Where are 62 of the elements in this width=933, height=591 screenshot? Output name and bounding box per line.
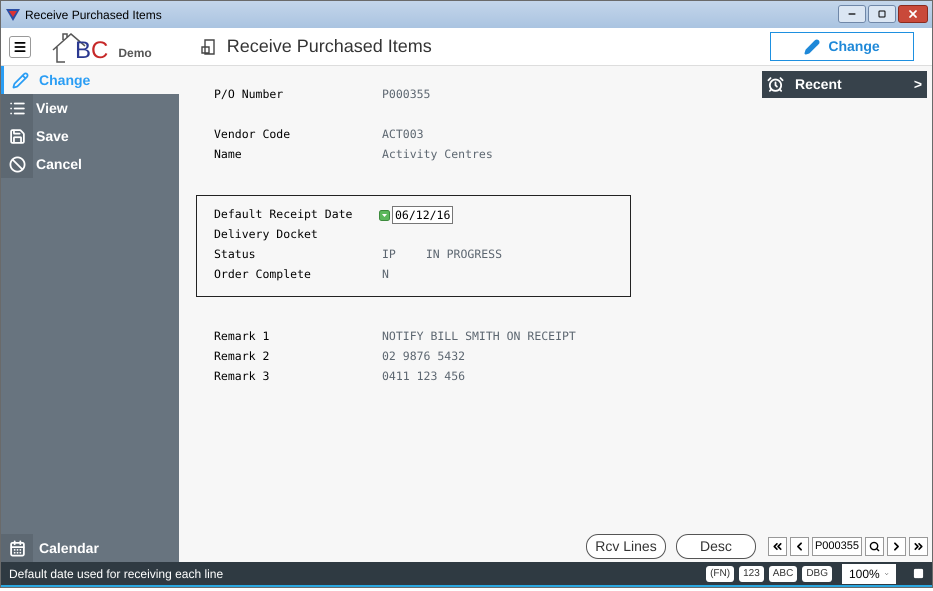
next-record-button[interactable] — [887, 537, 906, 556]
field-label: Delivery Docket — [214, 226, 319, 244]
field-label: Default Receipt Date — [214, 206, 354, 224]
field-value: 02 9876 5432 — [382, 348, 466, 366]
pencil-icon — [12, 72, 28, 88]
field-label: Remark 2 — [214, 348, 270, 366]
field-value: IP — [382, 246, 396, 264]
record-field[interactable]: P000355 — [812, 537, 862, 556]
search-button[interactable] — [865, 537, 884, 556]
menu-icon — [13, 40, 27, 54]
sidebar-item[interactable]: Calendar — [1, 534, 179, 562]
date-field[interactable]: 06/12/16 — [392, 206, 454, 224]
logo-text: BC — [75, 38, 108, 64]
status-badge[interactable]: DBG — [802, 566, 832, 582]
field-value: N — [382, 266, 389, 284]
sidebar-item[interactable]: Cancel — [1, 150, 179, 178]
field-label: Vendor Code — [214, 126, 292, 144]
page-title: Receive Purchased Items — [226, 35, 432, 58]
field-label: Remark 1 — [214, 328, 270, 346]
field-value: P000355 — [382, 86, 430, 104]
field-value: 0411 123 456 — [382, 368, 466, 386]
field-label: Remark 3 — [214, 368, 270, 386]
status-message: Default date used for receiving each line — [9, 566, 224, 582]
dropdown-icon — [379, 210, 390, 220]
sidebar-item[interactable]: View — [1, 94, 179, 122]
zoom-dropdown[interactable]: 100% — [842, 564, 896, 584]
recent-panel[interactable]: Recent > — [762, 71, 927, 98]
field-label: Order Complete — [214, 266, 312, 284]
field-label: Name — [214, 146, 243, 164]
change-button[interactable]: Change — [770, 32, 914, 61]
status-badge[interactable]: (FN) — [706, 566, 734, 582]
footer-button[interactable]: Rcv Lines — [586, 534, 666, 559]
field-label: Status — [214, 246, 257, 264]
close-button[interactable] — [898, 4, 928, 22]
sidebar-item[interactable]: Save — [1, 122, 179, 150]
field-value: ACT003 — [382, 126, 424, 144]
calendar-icon — [8, 540, 26, 556]
list-icon — [8, 100, 26, 116]
maximize-button[interactable] — [868, 4, 896, 22]
previous-record-button[interactable] — [790, 537, 809, 556]
chevron-icon: > — [914, 74, 922, 95]
status-badge[interactable]: 123 — [739, 566, 764, 582]
last-record-button[interactable] — [909, 537, 928, 556]
maximize-icon — [878, 10, 886, 18]
status-badge[interactable]: ABC — [768, 566, 798, 582]
close-icon — [907, 8, 919, 20]
search-icon — [869, 541, 880, 552]
last-icon — [912, 540, 925, 553]
field-value: NOTIFY BILL SMITH ON RECEIPT — [382, 328, 576, 346]
field-label: P/O Number — [214, 86, 284, 104]
alarm-clock-icon — [767, 76, 784, 93]
pencil-icon — [804, 38, 820, 54]
window-title: Receive Purchased Items — [25, 6, 162, 24]
first-record-button[interactable] — [768, 537, 787, 556]
footer-button[interactable]: Desc — [676, 534, 756, 559]
field-value: IN PROGRESS — [426, 246, 502, 264]
app-icon — [5, 8, 21, 22]
cancel-icon — [8, 156, 26, 172]
first-icon — [770, 540, 784, 553]
menu-button[interactable] — [9, 36, 31, 58]
logo-subtitle: Demo — [118, 44, 152, 62]
field-value: Activity Centres — [382, 146, 493, 164]
